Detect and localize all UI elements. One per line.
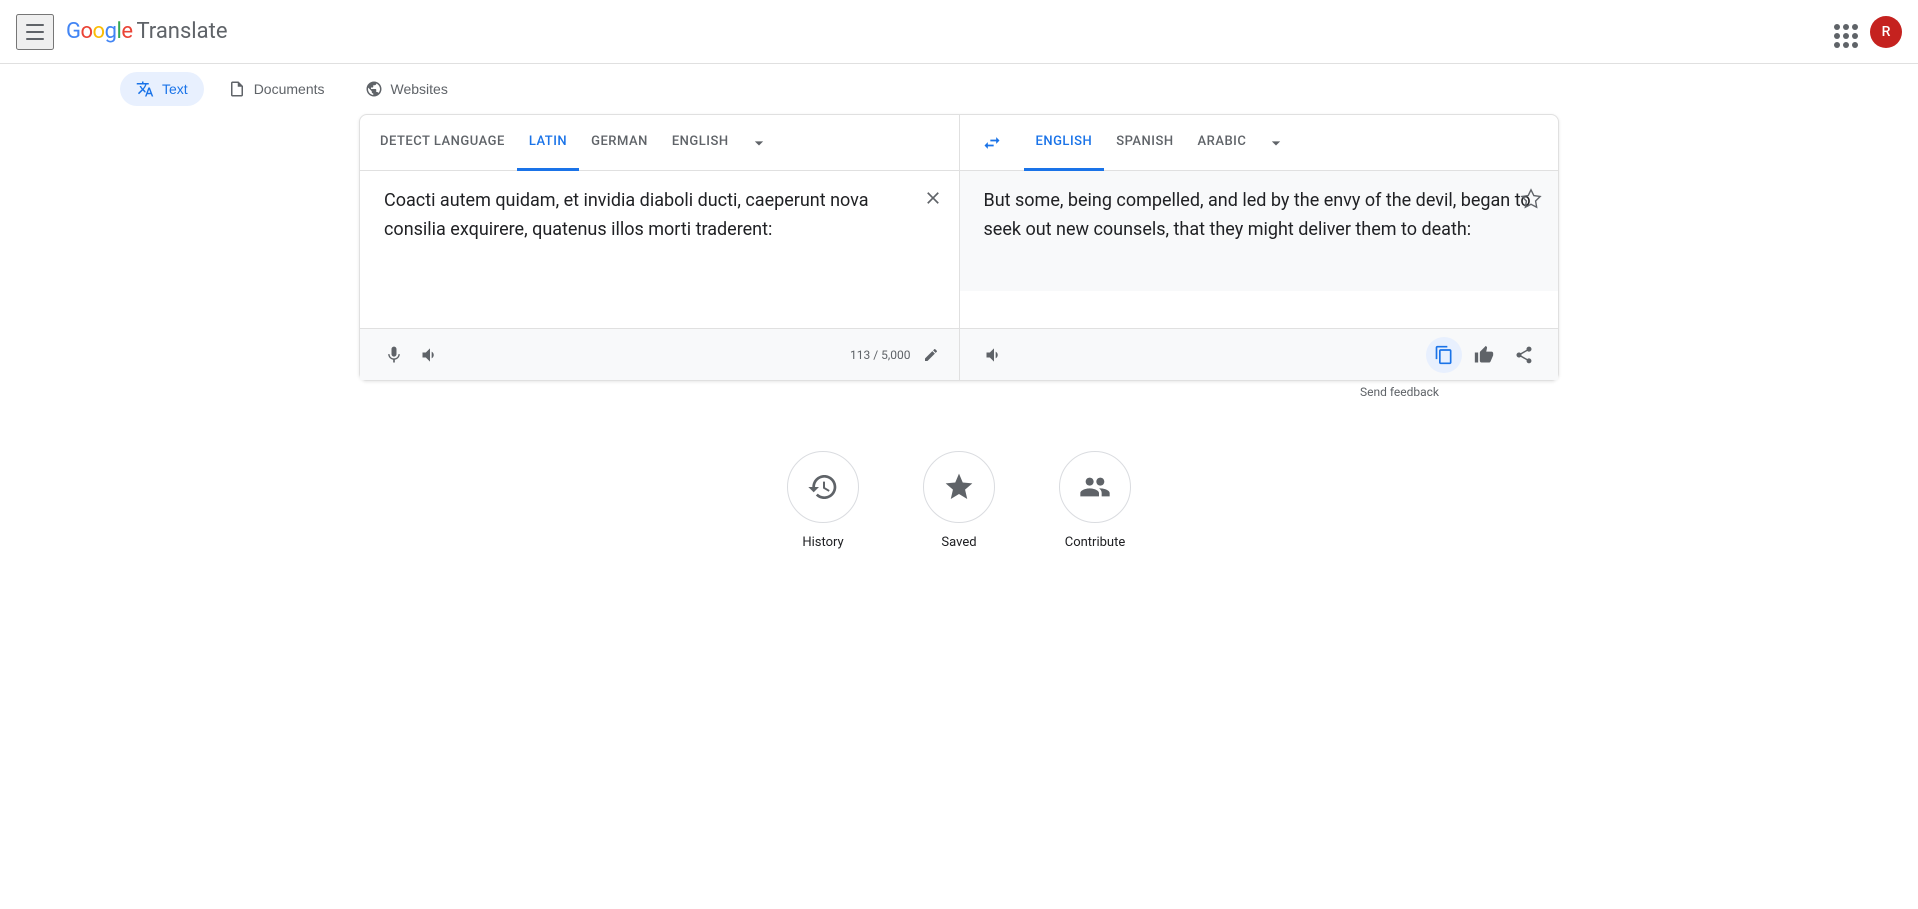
target-action-buttons — [1426, 337, 1542, 373]
history-item[interactable]: History — [787, 451, 859, 550]
lang-latin[interactable]: LATIN — [517, 115, 579, 171]
share-button[interactable] — [1506, 337, 1542, 373]
contribute-label: Contribute — [1065, 535, 1126, 550]
source-input[interactable] — [384, 187, 935, 302]
lang-spanish[interactable]: SPANISH — [1104, 115, 1185, 171]
saved-circle — [923, 451, 995, 523]
rate-translation-button[interactable] — [1466, 337, 1502, 373]
saved-item[interactable]: Saved — [923, 451, 995, 550]
contribute-item[interactable]: Contribute — [1059, 451, 1131, 550]
mic-button[interactable] — [376, 337, 412, 373]
source-bottom-bar: 113 / 5,000 — [360, 328, 959, 380]
target-lang-bar: ENGLISH SPANISH ARABIC — [960, 115, 1559, 171]
edit-button[interactable] — [919, 342, 943, 366]
header-left: Google Translate — [16, 14, 227, 50]
save-translation-button[interactable] — [1516, 183, 1546, 214]
tab-websites-label: Websites — [391, 81, 448, 97]
listen-translation-button[interactable] — [976, 337, 1012, 373]
sub-header: Text Documents Websites — [0, 64, 1918, 114]
history-label: History — [802, 535, 843, 550]
swap-languages-button[interactable] — [968, 133, 1016, 153]
bottom-section: History Saved Contribute — [359, 451, 1559, 590]
google-wordmark: Google — [66, 19, 132, 44]
source-text-area — [360, 171, 959, 328]
app-header: Google Translate R — [0, 0, 1918, 64]
target-bottom-bar — [960, 328, 1559, 380]
tab-websites[interactable]: Websites — [349, 72, 464, 106]
header-right: R — [1830, 16, 1902, 48]
saved-label: Saved — [941, 535, 976, 550]
apps-icon[interactable] — [1830, 20, 1854, 44]
source-lang-bar: DETECT LANGUAGE LATIN GERMAN ENGLISH — [360, 115, 959, 171]
avatar[interactable]: R — [1870, 16, 1902, 48]
clear-button[interactable] — [919, 183, 947, 212]
lang-english-src[interactable]: ENGLISH — [660, 115, 741, 171]
lang-german[interactable]: GERMAN — [579, 115, 660, 171]
target-lang-more[interactable] — [1258, 115, 1294, 171]
history-circle — [787, 451, 859, 523]
source-lang-more[interactable] — [741, 115, 777, 171]
translated-text-container: But some, being compelled, and led by th… — [960, 171, 1559, 328]
lang-arabic[interactable]: ARABIC — [1186, 115, 1259, 171]
volume-button[interactable] — [412, 337, 448, 373]
tab-text[interactable]: Text — [120, 72, 204, 106]
document-icon — [228, 80, 246, 98]
main-container: DETECT LANGUAGE LATIN GERMAN ENGLISH — [239, 114, 1679, 590]
translate-wordmark: Translate — [136, 19, 227, 44]
feedback-link[interactable]: Send feedback — [359, 381, 1559, 403]
translated-text: But some, being compelled, and led by th… — [960, 171, 1559, 291]
app-logo: Google Translate — [66, 19, 227, 44]
tab-text-label: Text — [162, 81, 188, 97]
target-panel: ENGLISH SPANISH ARABIC But some, being c… — [960, 115, 1559, 380]
tab-documents-label: Documents — [254, 81, 325, 97]
contribute-circle — [1059, 451, 1131, 523]
lang-english-tgt[interactable]: ENGLISH — [1024, 115, 1105, 171]
translator-panel: DETECT LANGUAGE LATIN GERMAN ENGLISH — [359, 114, 1559, 381]
copy-button[interactable] — [1426, 337, 1462, 373]
char-count: 113 / 5,000 — [850, 348, 910, 362]
lang-detect[interactable]: DETECT LANGUAGE — [368, 115, 517, 171]
tab-documents[interactable]: Documents — [212, 72, 341, 106]
source-panel: DETECT LANGUAGE LATIN GERMAN ENGLISH — [360, 115, 960, 380]
translate-icon — [136, 80, 154, 98]
hamburger-menu[interactable] — [16, 14, 54, 50]
globe-icon — [365, 80, 383, 98]
